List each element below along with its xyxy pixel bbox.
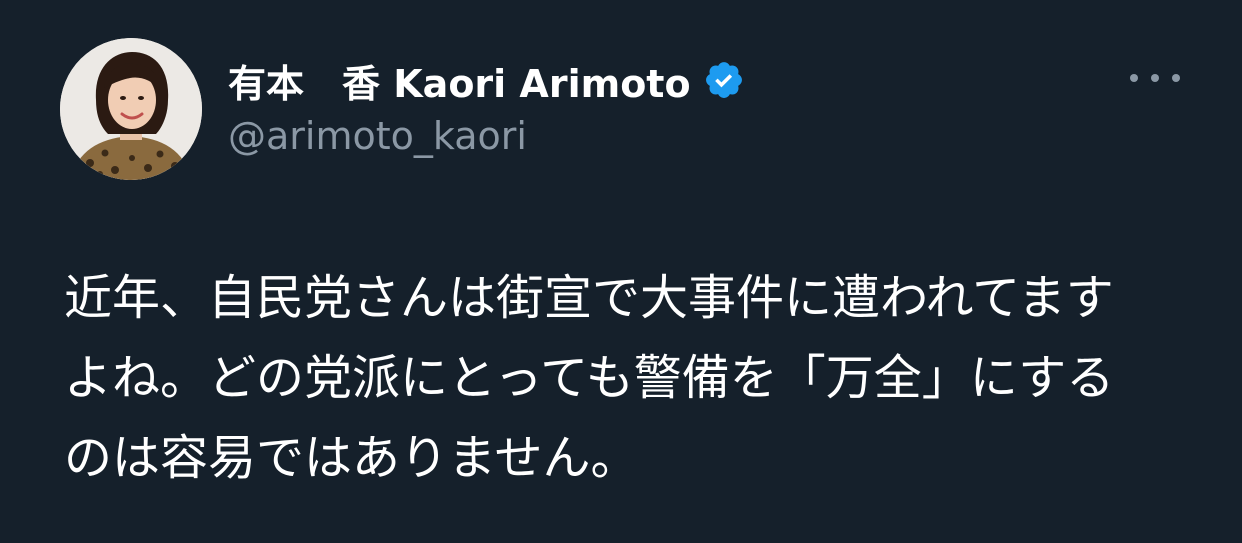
display-name[interactable]: 有本 香 Kaori Arimoto <box>228 53 691 108</box>
tweet-text: 近年、自民党さんは街宣で大事件に遭われてます よね。どの党派にとっても警備を「万… <box>64 258 1184 498</box>
more-dot <box>1130 74 1138 82</box>
tweet-card: 有本 香 Kaori Arimoto @arimoto_kaori 近年、自民党… <box>0 0 1242 543</box>
more-dot <box>1151 74 1159 82</box>
more-dot <box>1172 74 1180 82</box>
handle[interactable]: @arimoto_kaori <box>228 114 527 158</box>
tweet-text-line: 近年、自民党さんは街宣で大事件に遭われてます <box>64 270 1114 326</box>
tweet-text-line: よね。どの党派にとっても警備を「万全」にする <box>64 350 1115 406</box>
verified-badge-icon[interactable] <box>703 59 745 101</box>
tweet-text-line: のは容易ではありません。 <box>64 430 639 486</box>
author-name-row: 有本 香 Kaori Arimoto <box>228 52 745 108</box>
more-horizontal-icon[interactable] <box>1130 60 1180 96</box>
avatar-photo <box>60 38 202 180</box>
avatar[interactable] <box>60 38 202 180</box>
